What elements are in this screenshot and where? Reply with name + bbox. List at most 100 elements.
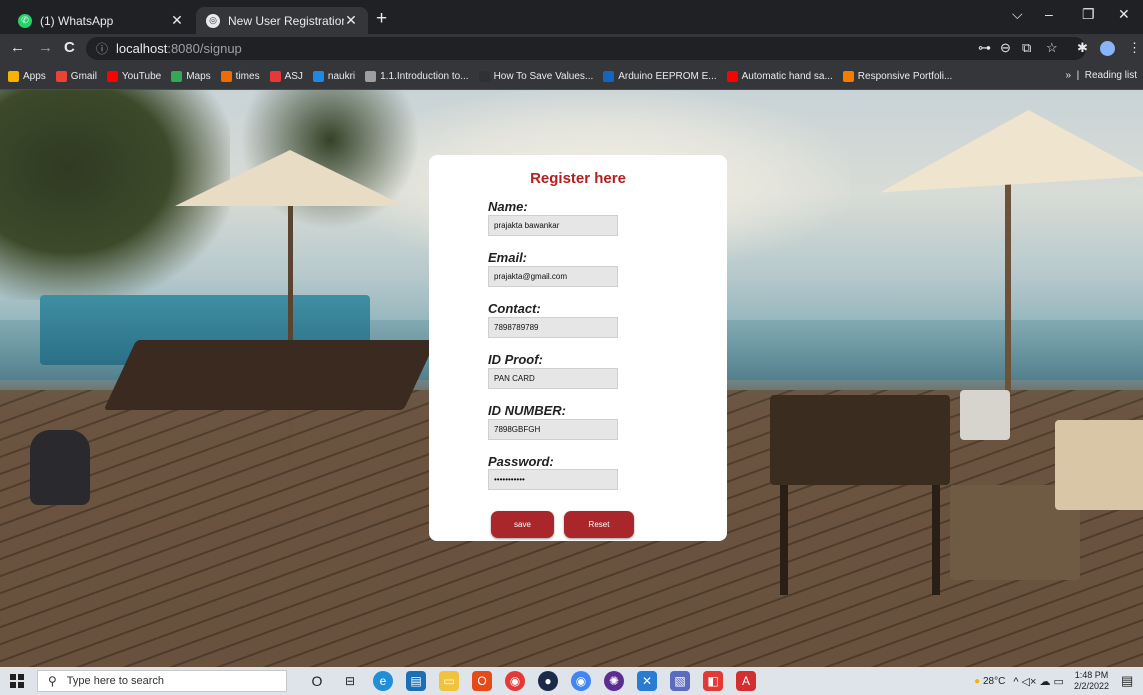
tab-search-icon[interactable]: ⌵ xyxy=(1012,6,1023,23)
chrome-icon[interactable]: ◉ xyxy=(505,671,525,691)
extensions-icon[interactable]: ✱ xyxy=(1077,40,1088,56)
taskbar: ⚲ Type here to search O ⊟ e ▤ ▭ O ◉ ● ◉ … xyxy=(0,667,1143,695)
maps-icon xyxy=(171,70,183,82)
bookmark-introduction[interactable]: 1.1.Introduction to... xyxy=(365,70,469,82)
bookmark-apps[interactable]: Apps xyxy=(8,70,46,82)
bookmark-save-values[interactable]: How To Save Values... xyxy=(478,70,593,82)
search-placeholder: Type here to search xyxy=(66,675,165,687)
asj-icon xyxy=(269,70,281,82)
ice-bucket xyxy=(960,390,1010,440)
edge-icon[interactable]: e xyxy=(373,671,393,691)
email-label: Email: xyxy=(488,250,528,265)
clock-time: 1:48 PM xyxy=(1074,670,1109,680)
minimize-button[interactable]: – xyxy=(1045,6,1053,22)
globe-icon: ◎ xyxy=(206,13,220,28)
close-window-button[interactable]: ✕ xyxy=(1118,6,1130,23)
page-icon xyxy=(478,70,490,82)
bookmark-gmail[interactable]: Gmail xyxy=(55,70,97,82)
weather-icon: ● xyxy=(974,675,981,687)
app-icon[interactable]: ▧ xyxy=(670,671,690,691)
back-button[interactable]: ← xyxy=(10,39,25,56)
chair-legs xyxy=(780,485,940,595)
close-icon[interactable]: ✕ xyxy=(170,12,184,29)
url-path: :8080/signup xyxy=(167,41,242,56)
lounge-chair xyxy=(103,340,437,410)
clock[interactable]: 1:48 PM 2/2/2022 xyxy=(1074,670,1109,692)
file-explorer-icon[interactable]: ▭ xyxy=(439,671,459,691)
id-number-field[interactable]: 7898GBFGH xyxy=(488,419,618,440)
close-icon[interactable]: ✕ xyxy=(344,12,358,29)
pdf-icon[interactable]: A xyxy=(736,671,756,691)
bookmark-times[interactable]: times xyxy=(220,70,260,82)
maximize-button[interactable]: ❐ xyxy=(1082,6,1095,23)
clock-date: 2/2/2022 xyxy=(1073,681,1109,691)
bookmark-naukri[interactable]: naukri xyxy=(312,70,355,82)
youtube-icon xyxy=(726,70,738,82)
forward-button[interactable]: → xyxy=(38,39,53,56)
password-field[interactable]: ••••••••••• xyxy=(488,469,618,490)
bookmark-youtube[interactable]: YouTube xyxy=(106,70,161,82)
registration-form: Register here Name: prajakta bawankar Em… xyxy=(429,155,727,541)
save-button[interactable]: save xyxy=(491,511,554,538)
email-field[interactable]: prajakta@gmail.com xyxy=(488,266,618,287)
youtube-icon xyxy=(106,70,118,82)
overflow-icon[interactable]: » xyxy=(1065,70,1071,81)
windows-start-icon[interactable] xyxy=(10,674,24,688)
menu-icon[interactable]: ⋮ xyxy=(1128,40,1141,56)
id-proof-label: ID Proof: xyxy=(488,352,543,367)
form-title: Register here xyxy=(530,170,626,187)
taskbar-search-input[interactable]: ⚲ Type here to search xyxy=(37,670,287,692)
bookmark-asj[interactable]: ASJ xyxy=(269,70,303,82)
app-icon[interactable]: ● xyxy=(538,671,558,691)
url-host: localhost xyxy=(116,41,168,56)
beach-umbrella xyxy=(880,110,1143,193)
contact-field[interactable]: 7898789789 xyxy=(488,317,618,338)
url-bar[interactable]: ⓘ localhost:8080/signup xyxy=(86,37,1086,60)
palm-tree xyxy=(0,90,230,300)
id-proof-field[interactable]: PAN CARD xyxy=(488,368,618,389)
times-icon xyxy=(220,70,232,82)
new-tab-button[interactable]: + xyxy=(376,9,387,28)
page-icon xyxy=(365,70,377,82)
bookmark-maps[interactable]: Maps xyxy=(171,70,211,82)
reload-button[interactable]: C xyxy=(64,39,75,56)
bookmark-automatic-hand[interactable]: Automatic hand sa... xyxy=(726,70,833,82)
zoom-icon[interactable]: ⊖ xyxy=(1000,40,1011,56)
notification-icon[interactable]: ▤ xyxy=(1121,673,1137,689)
app-icon[interactable]: ◧ xyxy=(703,671,723,691)
name-field[interactable]: prajakta bawankar xyxy=(488,215,618,236)
reading-list[interactable]: » | Reading list xyxy=(1065,70,1137,81)
key-icon[interactable]: ⊶ xyxy=(978,40,991,56)
portfolio-icon xyxy=(842,70,854,82)
chrome-profile-icon[interactable]: ◉ xyxy=(571,671,591,691)
contact-label: Contact: xyxy=(488,301,541,316)
weather-temperature[interactable]: ● 28°C xyxy=(974,676,1005,687)
naukri-icon xyxy=(312,70,324,82)
lounge-chair xyxy=(1055,420,1143,510)
bookmark-responsive-portfolio[interactable]: Responsive Portfoli... xyxy=(842,70,952,82)
palm-tree xyxy=(240,90,420,230)
tab-new-user-registration[interactable]: ◎ New User Registration ✕ xyxy=(196,7,368,34)
bookmark-star-icon[interactable]: ☆ xyxy=(1046,40,1058,56)
profile-avatar[interactable] xyxy=(1100,41,1115,56)
store-icon[interactable]: ▤ xyxy=(406,671,426,691)
cortana-icon[interactable]: O xyxy=(307,671,327,691)
app-icon[interactable]: ✺ xyxy=(604,671,624,691)
task-view-icon[interactable]: ⊟ xyxy=(340,671,360,691)
tab-title: New User Registration xyxy=(228,13,344,28)
name-label: Name: xyxy=(488,199,528,214)
reset-button[interactable]: Reset xyxy=(564,511,634,538)
tray-icons[interactable]: ^ ◁× ☁ ▭ xyxy=(1013,675,1064,688)
tab-whatsapp[interactable]: ✆ (1) WhatsApp ✕ xyxy=(8,7,194,34)
vscode-icon[interactable]: ✕ xyxy=(637,671,657,691)
bookmarks-bar: Apps Gmail YouTube Maps times ASJ naukri… xyxy=(0,63,1143,90)
office-icon[interactable]: O xyxy=(472,671,492,691)
info-icon[interactable]: ⓘ xyxy=(96,40,108,57)
bookmark-arduino-eeprom[interactable]: Arduino EEPROM E... xyxy=(603,70,717,82)
tab-title: (1) WhatsApp xyxy=(40,13,114,28)
taskbar-apps: O ⊟ e ▤ ▭ O ◉ ● ◉ ✺ ✕ ▧ ◧ A xyxy=(307,671,769,691)
apps-grid-icon xyxy=(8,70,19,82)
id-number-label: ID NUMBER: xyxy=(488,403,566,418)
share-icon[interactable]: ⧉ xyxy=(1022,40,1031,56)
lounge-chair xyxy=(770,395,950,485)
